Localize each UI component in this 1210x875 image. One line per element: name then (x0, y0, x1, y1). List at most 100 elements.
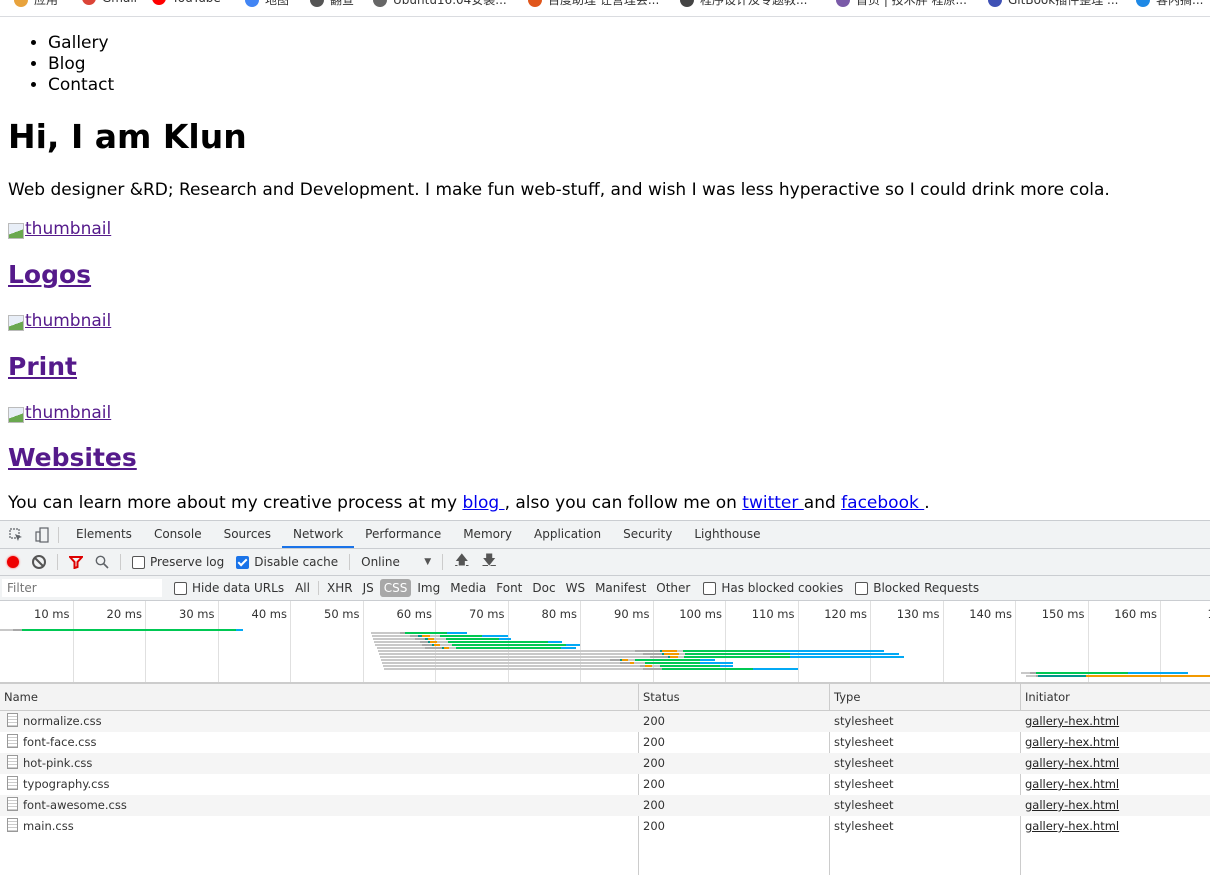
bookmark-item[interactable]: 地图 (245, 0, 289, 8)
initiator-link[interactable]: gallery-hex.html (1025, 714, 1119, 728)
blog-link[interactable]: blog (462, 493, 504, 513)
filter-type-doc[interactable]: Doc (528, 579, 559, 597)
table-row[interactable]: font-face.css200stylesheetgallery-hex.ht… (0, 732, 1210, 753)
outro-mid: , also you can follow me on (505, 493, 743, 513)
tab-performance[interactable]: Performance (354, 521, 452, 548)
column-header-type[interactable]: Type (829, 684, 860, 710)
tab-application[interactable]: Application (523, 521, 612, 548)
section-heading-logos[interactable]: Logos (8, 260, 91, 290)
hide-data-urls-checkbox[interactable]: Hide data URLs (174, 581, 284, 595)
cell-initiator[interactable]: gallery-hex.html (1021, 753, 1119, 774)
tab-security[interactable]: Security (612, 521, 683, 548)
table-row[interactable]: normalize.css200stylesheetgallery-hex.ht… (0, 711, 1210, 732)
has-blocked-cookies-checkbox[interactable]: Has blocked cookies (703, 581, 843, 595)
nav-item-blog[interactable]: Blog (48, 54, 114, 75)
cell-name[interactable]: typography.css (3, 774, 109, 795)
checkbox-box[interactable] (703, 582, 716, 595)
import-har-icon[interactable]: 🡅 (455, 551, 468, 573)
checkbox-box[interactable] (855, 582, 868, 595)
blocked-requests-checkbox[interactable]: Blocked Requests (855, 581, 979, 595)
thumbnail-link-logos[interactable]: thumbnail (8, 219, 111, 239)
section-heading-print[interactable]: Print (8, 352, 77, 382)
filter-type-css[interactable]: CSS (380, 579, 412, 597)
cell-initiator[interactable]: gallery-hex.html (1021, 816, 1119, 837)
tab-console[interactable]: Console (143, 521, 213, 548)
timeline-tick-label: 80 ms (520, 607, 577, 621)
tab-network[interactable]: Network (282, 521, 354, 548)
thumbnail-link-print[interactable]: thumbnail (8, 311, 111, 331)
filter-type-manifest[interactable]: Manifest (591, 579, 650, 597)
cell-name[interactable]: font-face.css (3, 732, 97, 753)
bookmark-item[interactable]: 客内搞... (1136, 0, 1203, 8)
cell-name[interactable]: font-awesome.css (3, 795, 127, 816)
initiator-link[interactable]: gallery-hex.html (1025, 735, 1119, 749)
bookmark-item[interactable]: Gmail (82, 0, 137, 5)
record-button[interactable] (0, 549, 26, 575)
nav-item-gallery[interactable]: Gallery (48, 33, 114, 54)
table-row[interactable]: main.css200stylesheetgallery-hex.html (0, 816, 1210, 837)
preserve-log-label: Preserve log (150, 555, 224, 569)
bookmark-favicon-icon (152, 0, 166, 5)
column-header-initiator[interactable]: Initiator (1020, 684, 1070, 710)
filter-toggle-button[interactable] (63, 549, 89, 575)
bookmark-item[interactable]: 翻查 (310, 0, 354, 8)
initiator-link[interactable]: gallery-hex.html (1025, 819, 1119, 833)
twitter-link[interactable]: twitter (742, 493, 803, 513)
filter-type-all[interactable]: All (291, 579, 314, 597)
checkbox-box[interactable] (132, 556, 145, 569)
disable-cache-checkbox[interactable]: Disable cache (236, 555, 338, 569)
bookmark-item[interactable]: YouTube (152, 0, 221, 5)
filter-type-img[interactable]: Img (413, 579, 444, 597)
timeline-gridline (290, 601, 291, 682)
initiator-link[interactable]: gallery-hex.html (1025, 798, 1119, 812)
bookmark-item[interactable]: GitBook插件整理 ... (988, 0, 1118, 8)
tab-memory[interactable]: Memory (452, 521, 523, 548)
export-har-icon[interactable]: 🡇 (483, 551, 496, 573)
filter-type-xhr[interactable]: XHR (323, 579, 357, 597)
filter-input[interactable] (2, 579, 162, 597)
bookmark-item[interactable]: 应用 (14, 0, 58, 8)
table-row[interactable]: font-awesome.css200stylesheetgallery-hex… (0, 795, 1210, 816)
cell-initiator[interactable]: gallery-hex.html (1021, 711, 1119, 732)
throttling-select[interactable]: Online▼ (361, 555, 431, 569)
checkbox-box[interactable] (236, 556, 249, 569)
search-button[interactable] (89, 549, 115, 575)
filter-type-font[interactable]: Font (492, 579, 526, 597)
bookmark-item[interactable]: Ubuntu16.04安装... (373, 0, 507, 8)
cell-initiator[interactable]: gallery-hex.html (1021, 774, 1119, 795)
tab-lighthouse[interactable]: Lighthouse (683, 521, 771, 548)
cell-name[interactable]: main.css (3, 816, 74, 837)
initiator-link[interactable]: gallery-hex.html (1025, 777, 1119, 791)
preserve-log-checkbox[interactable]: Preserve log (132, 555, 224, 569)
table-row[interactable]: typography.css200stylesheetgallery-hex.h… (0, 774, 1210, 795)
cell-name[interactable]: normalize.css (3, 711, 102, 732)
bookmark-item[interactable]: 程序设计及专题教... (680, 0, 807, 8)
cell-name[interactable]: hot-pink.css (3, 753, 92, 774)
table-row[interactable]: hot-pink.css200stylesheetgallery-hex.htm… (0, 753, 1210, 774)
section-heading-websites[interactable]: Websites (8, 443, 137, 473)
initiator-link[interactable]: gallery-hex.html (1025, 756, 1119, 770)
tab-sources[interactable]: Sources (213, 521, 282, 548)
column-header-status[interactable]: Status (638, 684, 680, 710)
nav-item-contact[interactable]: Contact (48, 75, 114, 96)
site-nav: Gallery Blog Contact (0, 33, 114, 96)
thumbnail-link-websites[interactable]: thumbnail (8, 403, 111, 423)
bookmark-item[interactable]: 首页 | 技术胖 程原... (836, 0, 967, 8)
network-overview-timeline[interactable]: 10 ms20 ms30 ms40 ms50 ms60 ms70 ms80 ms… (0, 601, 1210, 684)
bookmark-favicon-icon (528, 0, 542, 7)
request-timing-bar-queue (382, 662, 620, 664)
inspect-element-icon[interactable] (6, 525, 26, 545)
bookmark-item[interactable]: 百度助理 让营理会... (528, 0, 659, 8)
filter-type-ws[interactable]: WS (562, 579, 589, 597)
filter-type-js[interactable]: JS (359, 579, 378, 597)
tab-elements[interactable]: Elements (65, 521, 143, 548)
cell-initiator[interactable]: gallery-hex.html (1021, 732, 1119, 753)
checkbox-box[interactable] (174, 582, 187, 595)
facebook-link[interactable]: facebook (841, 493, 924, 513)
device-toolbar-icon[interactable] (32, 525, 52, 545)
filter-type-other[interactable]: Other (652, 579, 694, 597)
cell-initiator[interactable]: gallery-hex.html (1021, 795, 1119, 816)
column-header-name[interactable]: Name (0, 684, 38, 710)
filter-type-media[interactable]: Media (446, 579, 490, 597)
clear-button[interactable] (26, 549, 52, 575)
